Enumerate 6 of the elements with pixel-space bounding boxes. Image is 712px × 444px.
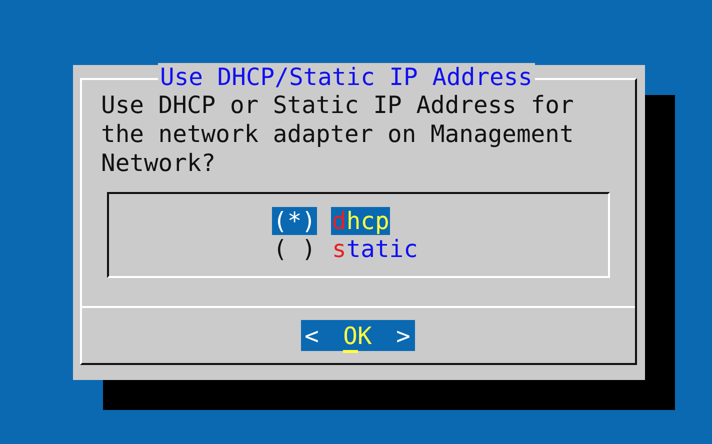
radio-button[interactable]: (*): [272, 207, 317, 235]
option-label[interactable]: dhcp: [330, 207, 390, 235]
radio-button[interactable]: ( ): [272, 235, 317, 263]
option-label[interactable]: static: [330, 235, 419, 263]
ok-button[interactable]: < OK >: [300, 320, 414, 351]
dialog-message: Use DHCP or Static IP Address for the network adapter on Management Network?: [100, 90, 575, 178]
